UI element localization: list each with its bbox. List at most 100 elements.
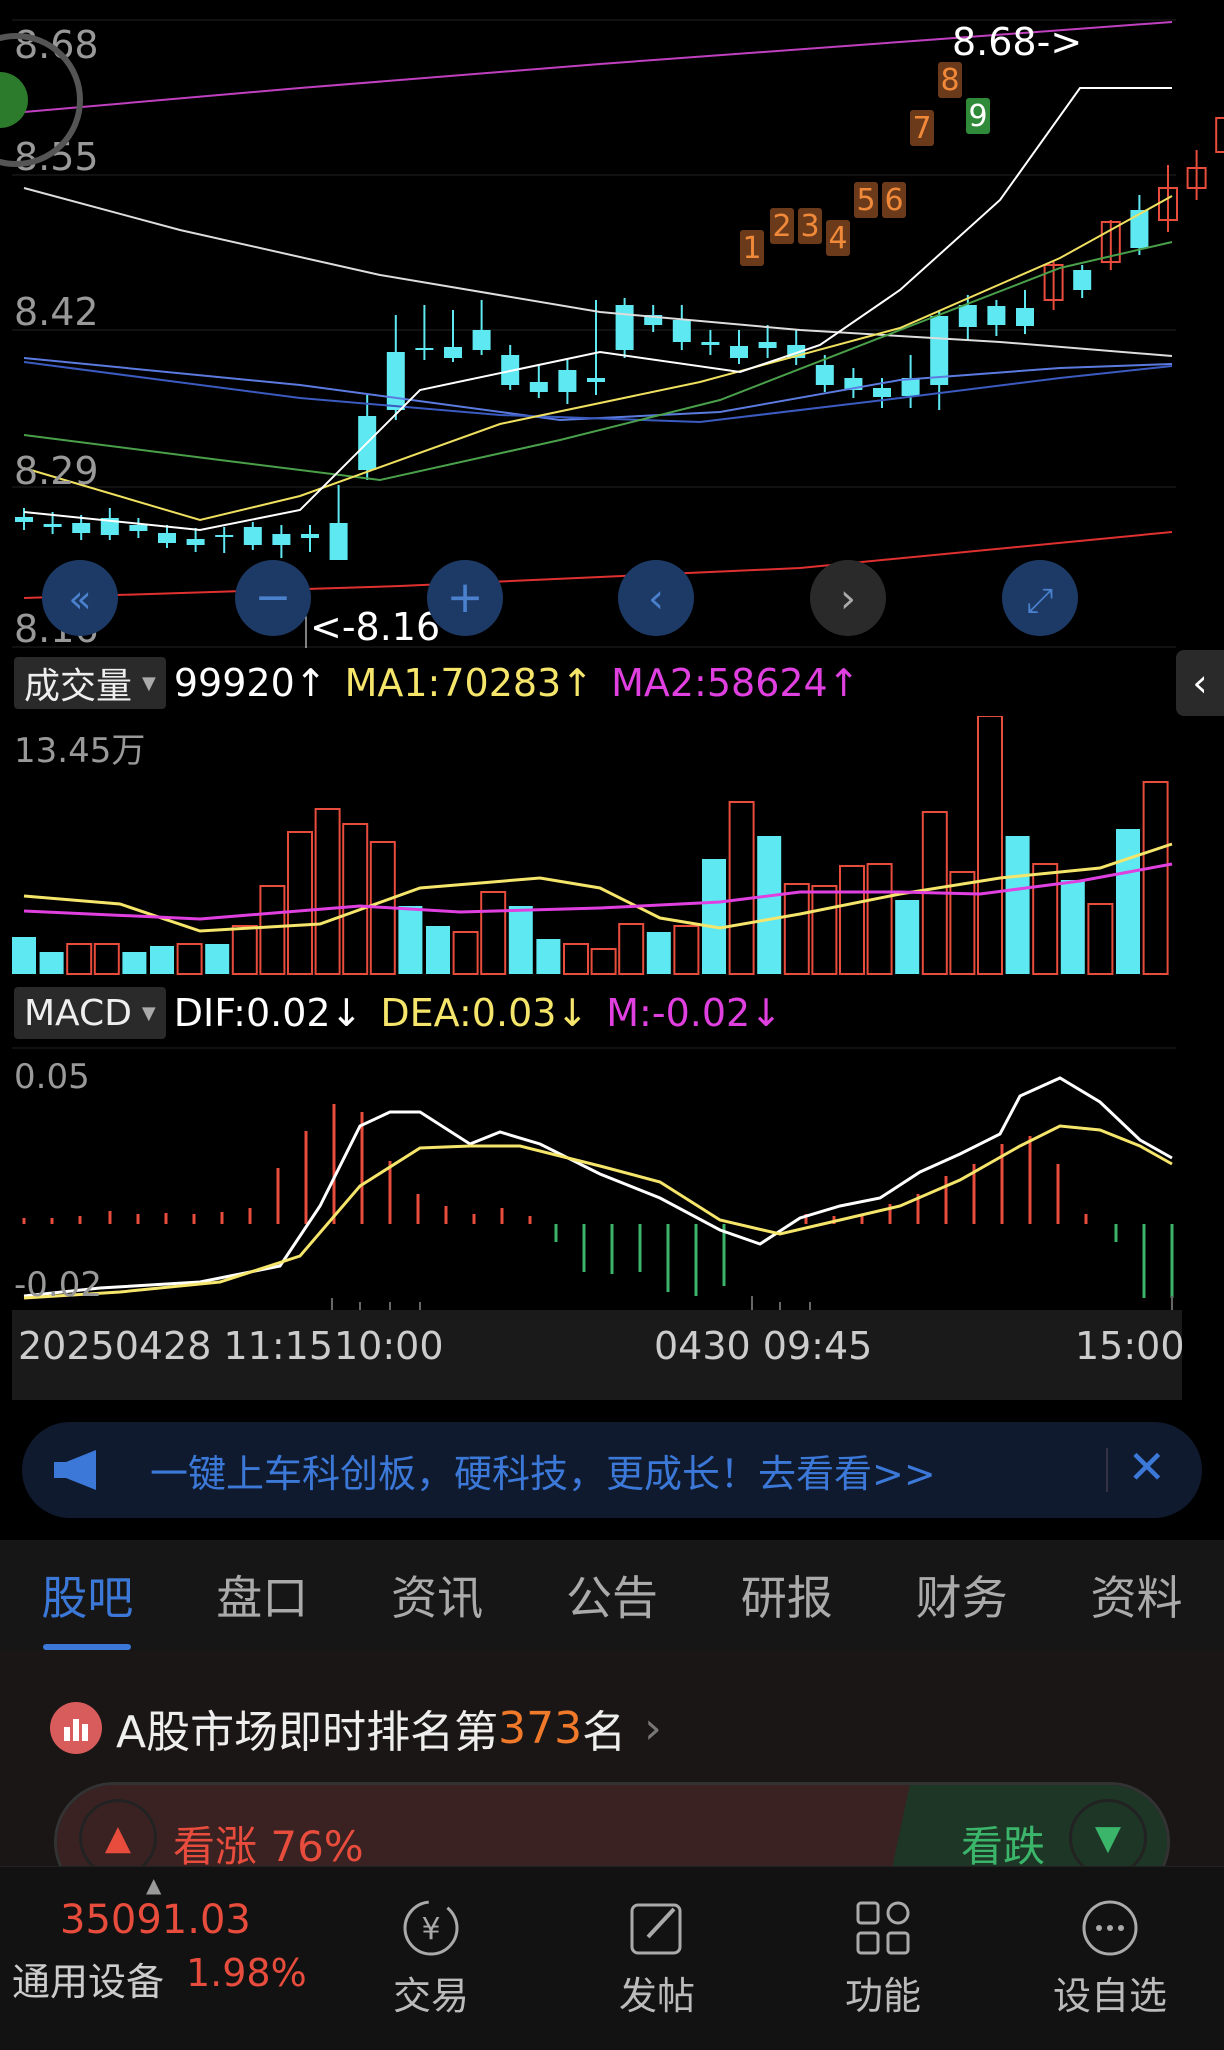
collapse-panel-button[interactable]: ‹	[1176, 650, 1224, 716]
trade-button[interactable]: ¥ 交易	[318, 1867, 544, 2050]
post-label: 发帖	[618, 1974, 695, 2018]
macd-header: MACD ▼ DIF:0.02↓ DEA:0.03↓ M:-0.02↓	[0, 980, 1224, 1046]
svg-text:8: 8	[940, 63, 959, 98]
tab-news[interactable]: 资讯	[385, 1562, 489, 1628]
volume-header: 成交量 ▼ 99920↑ MA1:70283↑ MA2:58624↑ ‹	[0, 650, 1224, 716]
volume-bar	[39, 952, 64, 974]
volume-bar	[1005, 836, 1030, 974]
time-axis: 20250428 11:15 10:00 0430 09:45 15:00	[12, 1310, 1185, 1400]
volume-ma-lines-group	[23, 842, 1173, 933]
add-watchlist-button[interactable]: 设自选	[996, 1867, 1224, 2050]
time-label-4: 15:00	[1075, 1324, 1185, 1368]
candle	[615, 298, 634, 358]
svg-text:2: 2	[772, 209, 791, 244]
tab-announcements[interactable]: 公告	[560, 1562, 664, 1628]
fullscreen-button[interactable]: ⤢	[1002, 560, 1078, 636]
volume-ma2-line	[23, 862, 1173, 921]
macd-indicator-select[interactable]: MACD ▼	[14, 987, 166, 1039]
macd-chart[interactable]: 0.05 -0.02	[0, 1046, 1224, 1310]
sector-index-widget[interactable]: ▲ 35091.03 通用设备 1.98%	[0, 1867, 318, 2050]
volume-bar	[176, 943, 203, 975]
volume-bar	[895, 900, 920, 974]
tab-profile[interactable]: 资料	[1084, 1562, 1188, 1628]
volume-bar	[839, 865, 865, 975]
svg-text:9: 9	[968, 99, 987, 134]
candle	[672, 305, 691, 350]
minus-icon: −	[255, 572, 292, 623]
rank-suffix: 名	[582, 1707, 627, 1758]
zoom-in-button[interactable]: +	[427, 560, 503, 636]
market-rank-row[interactable]: A股市场即时排名第 373 名 ›	[50, 1696, 662, 1760]
sector-change: 1.98%	[186, 1951, 307, 1995]
promo-banner[interactable]: 一键上车科创板，硬科技，更成长！去看看>> ✕	[22, 1422, 1202, 1518]
volume-bar	[12, 937, 36, 974]
tab-pankou[interactable]: 盘口	[210, 1562, 314, 1628]
index-value: 35091.03	[60, 1897, 251, 1943]
low-price-marker: <-8.16	[310, 605, 440, 649]
macd-bottom-label: -0.02	[14, 1265, 102, 1305]
tab-financials[interactable]: 财务	[910, 1562, 1014, 1628]
tab-guba[interactable]: 股吧	[35, 1562, 139, 1650]
volume-bar	[866, 863, 893, 975]
ma-line	[23, 187, 1173, 357]
svg-text:5: 5	[856, 183, 875, 218]
rank-number: 373	[498, 1702, 583, 1754]
signal-labels-group: 12 3 45 6 789	[740, 62, 990, 266]
scroll-left-button[interactable]: ‹	[618, 560, 694, 636]
volume-bar	[259, 885, 286, 975]
functions-label: 功能	[844, 1974, 921, 2018]
volume-bar	[1060, 880, 1085, 974]
chart-nav-buttons: « − + ‹ › ⤢	[42, 560, 1078, 636]
close-banner-button[interactable]: ✕	[1127, 1440, 1166, 1494]
candle	[844, 368, 863, 398]
candle	[301, 525, 319, 552]
volume-bar	[1087, 903, 1114, 975]
edit-icon	[630, 1903, 682, 1955]
sector-name: 通用设备	[12, 1960, 165, 2004]
expand-icon: ⤢	[1026, 581, 1053, 621]
macd-dea: DEA:0.03↓	[380, 991, 589, 1035]
yen-exchange-icon: ¥	[403, 1900, 459, 1956]
content-tabs: 股吧 盘口 资讯 公告 研报 财务 资料	[0, 1540, 1224, 1650]
candle	[215, 527, 234, 553]
signal-label: 1	[740, 230, 764, 266]
candles-group	[15, 117, 1224, 560]
candle	[1073, 265, 1092, 298]
candle	[1016, 290, 1034, 334]
rank-prefix: A股市场即时排名第	[116, 1707, 499, 1758]
y-label-3: 8.42	[14, 290, 99, 334]
watchlist-label: 设自选	[1052, 1974, 1167, 2018]
scroll-right-button[interactable]: ›	[810, 560, 886, 636]
volume-bar	[508, 906, 533, 974]
candle	[186, 528, 205, 552]
candle	[815, 355, 834, 392]
macd-dif: DIF:0.02↓	[173, 991, 363, 1035]
caret-down-icon: ▼	[142, 672, 156, 694]
candle	[272, 525, 291, 558]
caret-up-icon: ▲	[104, 1818, 132, 1858]
volume-indicator-select[interactable]: 成交量 ▼	[14, 657, 166, 709]
chevron-right-icon: ›	[840, 576, 856, 622]
volume-bar	[757, 836, 782, 974]
candlestick-chart[interactable]: 12 3 45 6789 8.68 8.55 8.42 8.29 8.16 8.68-…	[0, 0, 1224, 650]
volume-value: 99920↑	[173, 661, 327, 705]
volume-bar	[977, 716, 1003, 975]
volume-bar	[426, 926, 450, 974]
bear-label: 看跌	[961, 1822, 1046, 1871]
signal-label: 2	[770, 208, 794, 244]
ma-line	[23, 357, 1173, 422]
zoom-out-button[interactable]: −	[235, 560, 311, 636]
post-button[interactable]: 发帖	[544, 1867, 770, 2050]
signal-label: 5	[854, 182, 878, 218]
scroll-left-fast-button[interactable]: «	[42, 560, 118, 636]
functions-button[interactable]: 功能	[770, 1867, 996, 2050]
volume-bar	[673, 925, 700, 975]
volume-bar	[590, 948, 617, 975]
macd-m: M:-0.02↓	[606, 991, 783, 1035]
candle	[558, 358, 577, 404]
tab-research[interactable]: 研报	[735, 1562, 839, 1628]
signal-label: 3	[798, 208, 822, 244]
volume-chart[interactable]: 13.45万	[0, 716, 1224, 980]
high-price-marker: 8.68->	[952, 20, 1082, 64]
more-dots-icon	[1082, 1900, 1138, 1956]
